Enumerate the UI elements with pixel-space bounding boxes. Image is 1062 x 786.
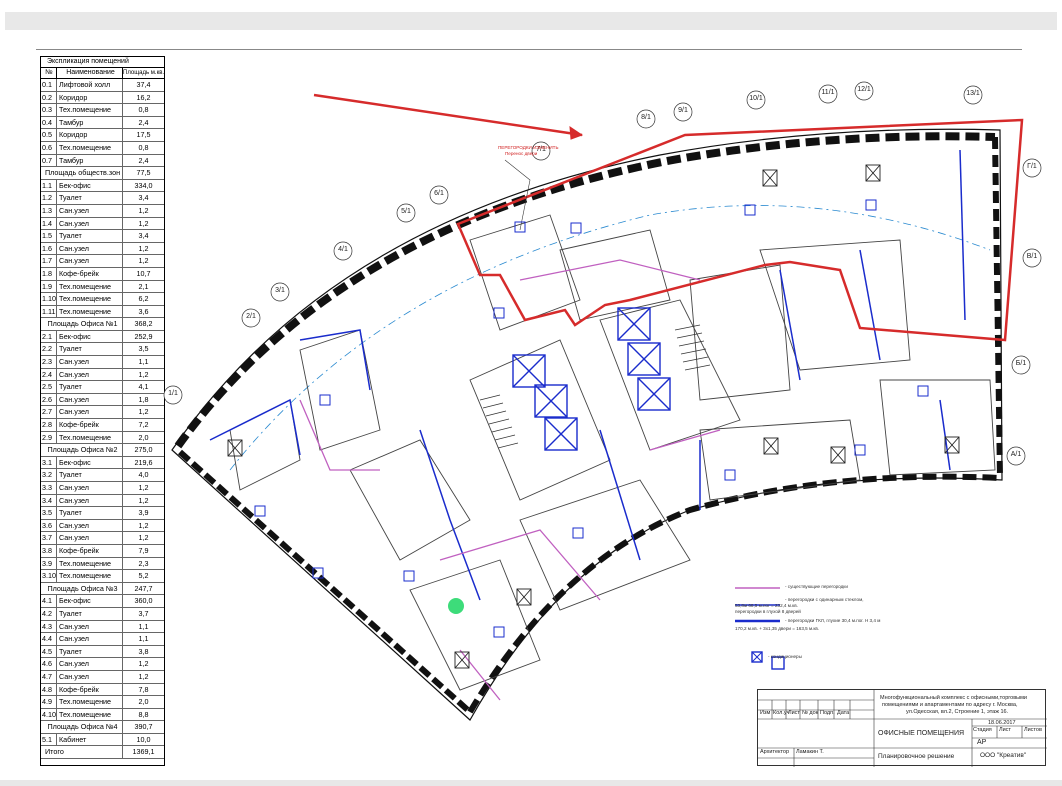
stage-header: Стадия	[973, 727, 992, 733]
col-list: Лист	[788, 710, 800, 716]
architect-role: Архитектор	[760, 749, 790, 755]
project-line-3: ул.Одесская, вл.2, Строение 1, этаж 16.	[906, 709, 1009, 715]
legend-gkl-2: 170,2 м.кв. + 3х1,35 двери = 163,5 м.кв.	[735, 626, 820, 631]
legend-glazed-1: - перегородки с одинарным стеклом,	[785, 597, 864, 602]
legend-existing: - существующие перегородки	[785, 584, 848, 589]
building-outline	[171, 128, 1003, 721]
axis-label: Б/1	[1015, 360, 1027, 367]
legend-glazed-2: 53,8м 68,5 м.пог = 232,4 м.кв.	[735, 603, 798, 608]
project-line-2: помещениями и апартаментами по адресу г.…	[882, 702, 1018, 708]
axis-label: 12/1	[857, 86, 871, 93]
note-leader	[504, 159, 531, 231]
axis-label: 10/1	[749, 95, 763, 102]
drawing-name: Планировочное решение	[878, 753, 955, 760]
project-line-1: Многофункциональный комплекс с офисными,…	[880, 695, 1027, 701]
axis-label: 9/1	[678, 107, 688, 114]
axis-label: 2/1	[246, 313, 256, 320]
left-wall	[177, 449, 473, 715]
elevator-shafts	[512, 307, 671, 451]
axis-label: 1/1	[168, 390, 178, 397]
legend-swatches	[735, 587, 780, 663]
col-date: Дата	[837, 710, 850, 716]
annotation-arrow	[313, 93, 583, 137]
axis-label: 8/1	[641, 114, 651, 121]
col-podp: Подп.	[820, 710, 835, 716]
axis-label: В/1	[1026, 253, 1038, 260]
axis-label: 3/1	[275, 287, 285, 294]
arrow-head	[569, 126, 584, 140]
legend-conditioners: - кондиционеры	[768, 654, 802, 659]
floor-plan	[163, 81, 1042, 721]
col-doc: № док	[802, 710, 819, 716]
title-block: Изм Кол.уч Лист № док Подп. Дата Архитек…	[757, 689, 1047, 767]
axis-label: А/1	[1010, 451, 1022, 458]
note-line-1: ПЕРЕГОРОДКИ ИЗМЕНИТЬ	[498, 145, 559, 150]
bottom-strip	[0, 780, 1062, 786]
right-wall	[992, 136, 1003, 479]
note-line-2: Перенос двери	[505, 151, 538, 156]
inner-curve-wall	[467, 473, 1001, 714]
axis-label: Г/1	[1027, 163, 1037, 170]
col-izm: Изм	[760, 710, 771, 716]
axis-label: 4/1	[338, 246, 348, 253]
architect-name: Ламакин Т.	[796, 749, 824, 755]
legend-glazed-3: перегородки в глухой 8 дверей	[735, 609, 801, 614]
blue-partitions	[209, 149, 966, 601]
axis-label: 5/1	[401, 208, 411, 215]
facade-wall	[174, 132, 996, 449]
axis-label: 11/1	[821, 89, 835, 96]
axis-label: 13/1	[966, 90, 980, 97]
stamp-date: 18.06.2017	[988, 720, 1016, 726]
axis-label: 6/1	[434, 190, 444, 197]
sheet-title: ОФИСНЫЕ ПОМЕЩЕНИЯ	[878, 730, 965, 737]
legend-gkl-1: - перегородки ГКЛ, глухие 30,4 м.пог. Н …	[785, 618, 881, 623]
stage-value: АР	[977, 739, 987, 746]
company-name: ООО "Креатив"	[980, 752, 1027, 759]
sheet-header: Лист	[999, 727, 1011, 733]
sheets-header: Листов	[1024, 727, 1042, 733]
green-location-marker	[448, 598, 464, 614]
